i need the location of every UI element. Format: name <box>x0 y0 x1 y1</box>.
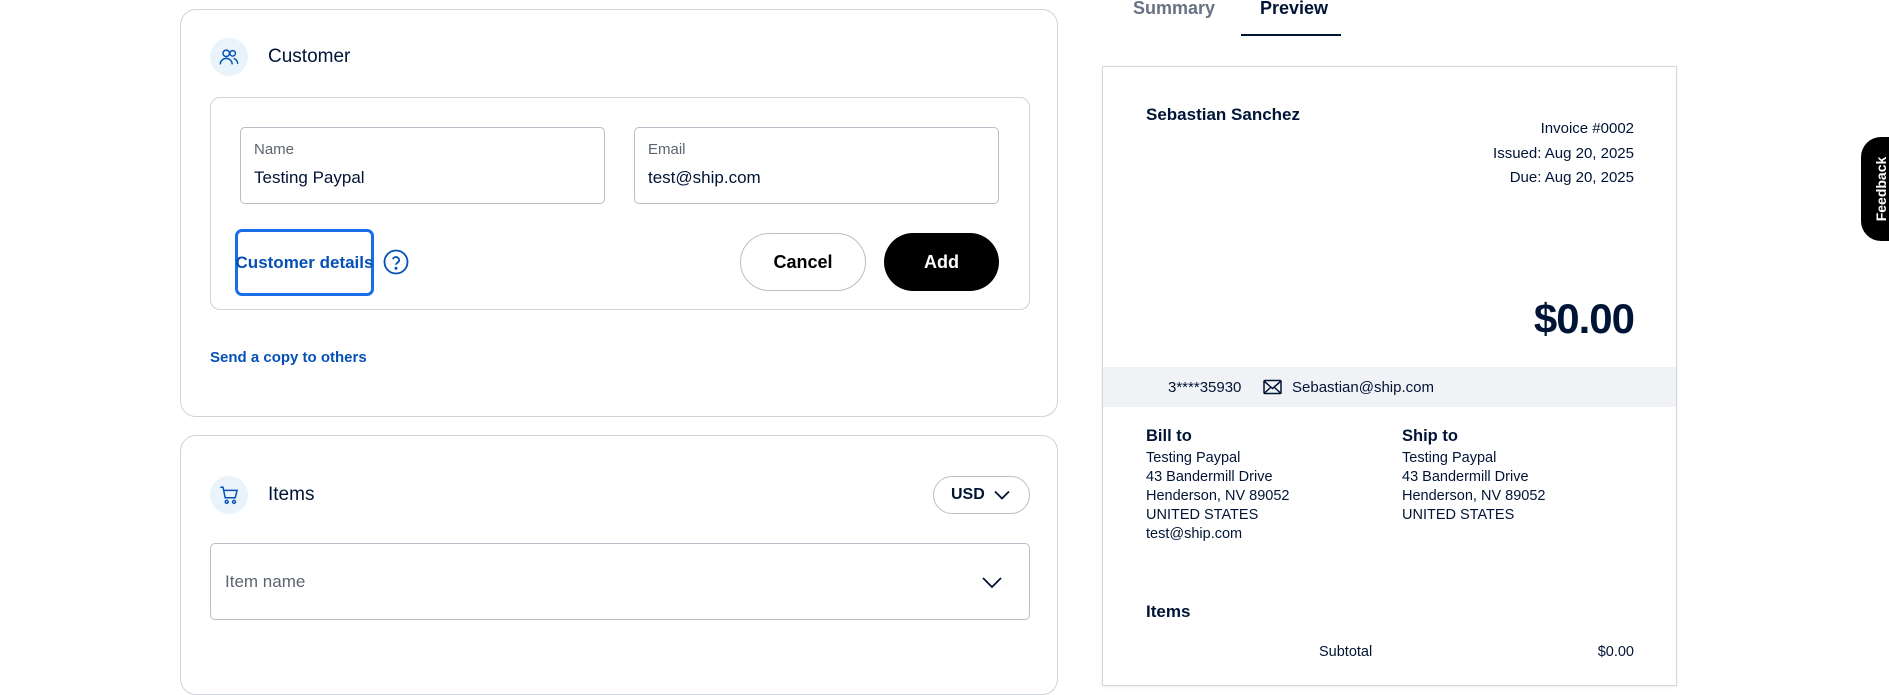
add-button[interactable]: Add <box>884 233 999 291</box>
items-card: Items USD Item name <box>180 435 1058 695</box>
customer-card: Customer Name Testing Paypal Email test@… <box>180 9 1058 417</box>
name-field-label: Name <box>254 141 295 158</box>
bill-to-line: test@ship.com <box>1146 526 1243 542</box>
tab-preview[interactable]: Preview <box>1260 0 1328 19</box>
tab-summary[interactable]: Summary <box>1133 0 1215 19</box>
users-icon <box>219 49 239 65</box>
currency-select[interactable]: USD <box>933 476 1030 514</box>
customer-details-label: Customer details <box>235 252 374 272</box>
name-field-value[interactable]: Testing Paypal <box>254 168 365 188</box>
cancel-button-label: Cancel <box>773 251 833 272</box>
send-copy-link[interactable]: Send a copy to others <box>210 349 367 366</box>
item-name-placeholder: Item name <box>225 572 306 591</box>
invoice-phone: 3****35930 <box>1168 379 1242 396</box>
email-field[interactable]: Email test@ship.com <box>634 127 999 204</box>
invoice-business-email: Sebastian@ship.com <box>1292 379 1434 396</box>
invoice-items-heading: Items <box>1146 602 1191 621</box>
invoice-preview: Sebastian Sanchez Invoice #0002 Issued: … <box>1102 66 1677 686</box>
email-field-label: Email <box>648 141 686 158</box>
invoice-contact-bar: 3****35930 Sebastian@ship.com <box>1103 367 1676 407</box>
bill-to-line: Henderson, NV 89052 <box>1146 488 1290 504</box>
items-section-title: Items <box>268 484 315 505</box>
chevron-down-icon <box>994 490 1010 500</box>
customer-form-box: Name Testing Paypal Email test@ship.com … <box>210 97 1030 310</box>
customer-icon-circle <box>210 38 248 76</box>
bill-to-line: UNITED STATES <box>1146 507 1259 523</box>
bill-to-block: Bill to Testing Paypal 43 Bandermill Dri… <box>1146 427 1386 544</box>
feedback-label: Feedback <box>1873 156 1889 222</box>
invoice-subtotal-value: $0.00 <box>1597 644 1634 660</box>
chevron-down-icon <box>982 577 1002 589</box>
invoice-issued-date: Issued: Aug 20, 2025 <box>1493 145 1634 162</box>
bill-to-heading: Bill to <box>1146 427 1192 445</box>
feedback-button[interactable]: Feedback <box>1861 137 1889 241</box>
ship-to-line: Henderson, NV 89052 <box>1402 488 1546 504</box>
item-name-select[interactable]: Item name <box>210 543 1030 620</box>
invoice-subtotal-label: Subtotal <box>1319 644 1373 660</box>
tab-preview-underline <box>1241 34 1341 36</box>
customer-section-title: Customer <box>268 46 351 67</box>
bill-to-line: Testing Paypal <box>1146 450 1241 466</box>
invoice-due-date: Due: Aug 20, 2025 <box>1509 169 1634 186</box>
ship-to-line: UNITED STATES <box>1402 507 1515 523</box>
bill-to-line: 43 Bandermill Drive <box>1146 469 1273 485</box>
ship-to-block: Ship to Testing Paypal 43 Bandermill Dri… <box>1402 427 1642 525</box>
help-icon[interactable] <box>383 249 409 275</box>
ship-to-heading: Ship to <box>1402 427 1458 445</box>
invoice-number: Invoice #0002 <box>1540 120 1634 137</box>
items-icon-circle <box>210 476 248 514</box>
email-field-value[interactable]: test@ship.com <box>648 168 761 188</box>
cart-icon <box>220 486 239 505</box>
cancel-button[interactable]: Cancel <box>740 233 866 291</box>
customer-details-link[interactable]: Customer details <box>235 229 374 296</box>
ship-to-line: 43 Bandermill Drive <box>1402 469 1529 485</box>
invoice-amount: $0.00 <box>1533 295 1635 342</box>
name-field[interactable]: Name Testing Paypal <box>240 127 605 204</box>
add-button-label: Add <box>924 251 959 272</box>
mail-icon <box>1263 379 1282 395</box>
ship-to-line: Testing Paypal <box>1402 450 1497 466</box>
currency-value: USD <box>951 486 985 503</box>
invoice-business-name: Sebastian Sanchez <box>1146 105 1301 124</box>
